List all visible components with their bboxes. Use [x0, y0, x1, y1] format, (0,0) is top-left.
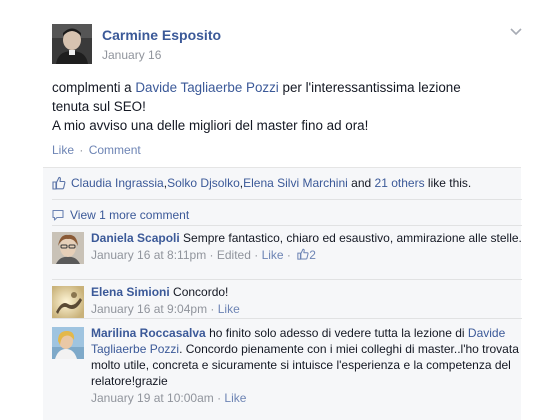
liker-link[interactable]: Elena Silvi Marchini	[243, 175, 348, 191]
meta-separator: ·	[250, 248, 262, 262]
like-button[interactable]: Like	[52, 143, 74, 157]
thumbs-up-icon	[52, 176, 66, 190]
likes-others-link[interactable]: 21 others	[375, 175, 425, 191]
liker-link[interactable]: Claudia Ingrassia	[71, 175, 164, 191]
comment-like-button[interactable]: Like	[224, 391, 246, 405]
likes-text: and	[347, 176, 375, 190]
view-more-comments-label[interactable]: View 1 more comment	[70, 208, 189, 222]
meta-separator: ·	[206, 248, 217, 262]
view-more-comments[interactable]: View 1 more comment	[52, 208, 189, 222]
author-avatar[interactable]	[52, 24, 92, 64]
commenter-name[interactable]: Elena Simioni	[91, 285, 170, 299]
edited-label[interactable]: Edited	[217, 248, 251, 262]
meta-separator: ·	[213, 391, 225, 405]
facebook-post: Carmine Esposito January 16 complmenti a…	[0, 0, 548, 420]
commenter-name[interactable]: Daniela Scapoli	[91, 231, 180, 245]
mention-link[interactable]: Davide Tagliaerbe Pozzi	[135, 80, 278, 95]
comment-like-button[interactable]: Like	[262, 248, 284, 262]
comment-meta: January 16 at 9:04pm · Like	[91, 301, 522, 317]
comment-timestamp[interactable]: January 16 at 9:04pm	[91, 302, 207, 316]
post-body-line-3: A mio avviso una delle migliori del mast…	[52, 118, 369, 133]
comment-timestamp[interactable]: January 19 at 10:00am	[91, 391, 214, 405]
comment-body: ho finito solo adesso di vedere tutta la…	[205, 326, 468, 340]
comment-content: Marilina Roccasalva ho finito solo adess…	[91, 325, 522, 406]
likes-summary: Claudia Ingrassia, Solko Djsolko, Elena …	[52, 175, 522, 191]
comment-bubble-icon	[52, 209, 64, 221]
post-body: complmenti a Davide Tagliaerbe Pozzi per…	[52, 78, 522, 135]
comment-body: Concordo!	[169, 285, 229, 299]
comment-timestamp[interactable]: January 16 at 8:11pm	[91, 248, 206, 262]
post-date[interactable]: January 16	[102, 48, 161, 62]
liker-link[interactable]: Solko Djsolko	[167, 175, 240, 191]
comment-meta: January 19 at 10:00am · Like	[91, 390, 522, 406]
comment-content: Elena Simioni Concordo! January 16 at 9:…	[91, 284, 522, 317]
likes-text: like this.	[424, 176, 472, 190]
divider	[52, 225, 522, 226]
comment-body: Sempre fantastico, chiaro ed esaustivo, …	[179, 231, 522, 245]
comment-like-count[interactable]: 2	[309, 248, 316, 262]
post-text: per l'interessantissima lezione	[278, 80, 461, 95]
post-body-line-2: tenuta sul SEO!	[52, 99, 146, 114]
commenter-avatar[interactable]	[52, 327, 84, 359]
comment-like-button[interactable]: Like	[218, 302, 240, 316]
comment-text: Daniela Scapoli Sempre fantastico, chiar…	[91, 230, 522, 246]
commenter-avatar[interactable]	[52, 232, 84, 264]
comment: Marilina Roccasalva ho finito solo adess…	[52, 325, 522, 407]
meta-separator: ·	[207, 302, 218, 316]
comment-button[interactable]: Comment	[89, 143, 141, 157]
post-actions: Like · Comment	[52, 143, 141, 157]
divider	[52, 318, 522, 319]
divider	[52, 279, 522, 280]
comment: Daniela Scapoli Sempre fantastico, chiar…	[52, 230, 522, 272]
comment-text: Marilina Roccasalva ho finito solo adess…	[91, 325, 522, 389]
chevron-down-icon[interactable]	[507, 25, 525, 39]
thumbs-up-icon	[297, 248, 309, 260]
comment-text: Elena Simioni Concordo!	[91, 284, 522, 300]
post-body-line-1: complmenti a Davide Tagliaerbe Pozzi per…	[52, 78, 522, 97]
post-text: complmenti a	[52, 80, 136, 95]
comment-meta: January 16 at 8:11pm · Edited · Like · 2	[91, 247, 522, 263]
comment: Elena Simioni Concordo! January 16 at 9:…	[52, 284, 522, 320]
divider	[52, 199, 522, 200]
commenter-avatar[interactable]	[52, 286, 84, 318]
author-name[interactable]: Carmine Esposito	[102, 27, 221, 43]
comment-content: Daniela Scapoli Sempre fantastico, chiar…	[91, 230, 522, 263]
action-separator: ·	[79, 143, 84, 157]
commenter-name[interactable]: Marilina Roccasalva	[91, 326, 206, 340]
meta-separator: ·	[283, 248, 295, 262]
